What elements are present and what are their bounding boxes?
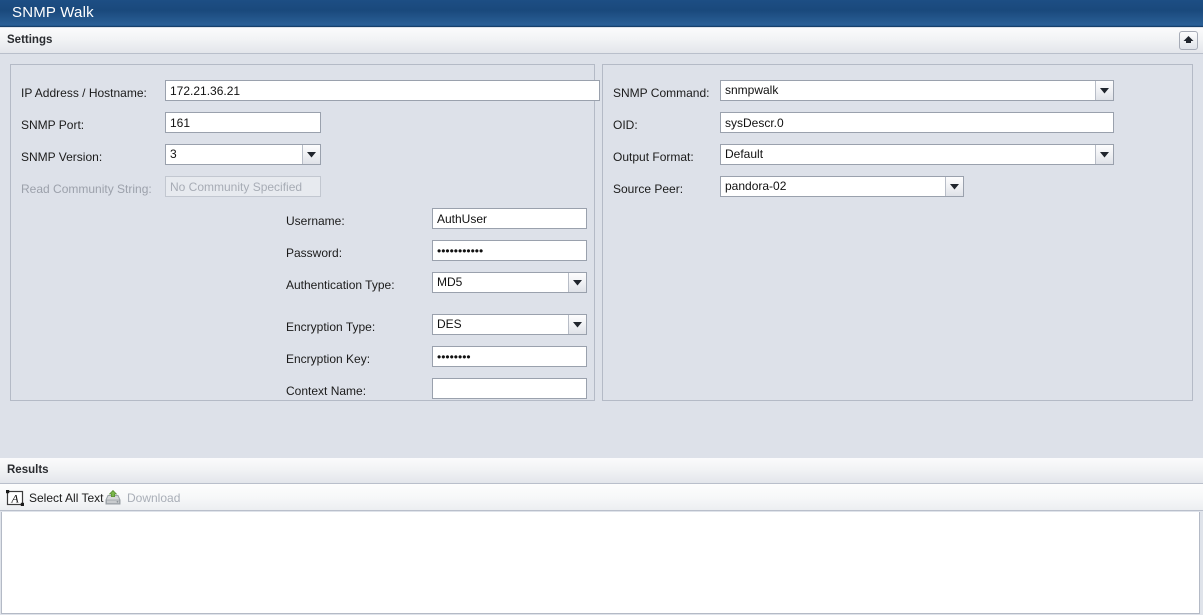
results-header-label: Results (7, 464, 49, 476)
read-community-input (165, 176, 321, 197)
results-panel-header: Results (0, 458, 1203, 484)
download-label: Download (127, 490, 181, 505)
source-peer-select[interactable]: pandora-02 (720, 176, 964, 197)
encryption-key-input[interactable] (432, 346, 587, 367)
page-title: SNMP Walk (12, 4, 94, 21)
chevron-down-icon[interactable] (1095, 81, 1113, 100)
context-name-input[interactable] (432, 378, 587, 399)
settings-body: IP Address / Hostname: SNMP Port: SNMP V… (0, 54, 1203, 501)
download-disk-icon (104, 489, 122, 506)
download-button[interactable]: Download (104, 488, 180, 507)
output-format-label: Output Format: (613, 150, 694, 164)
chevron-down-icon[interactable] (945, 177, 963, 196)
collapse-up-icon[interactable] (1179, 31, 1198, 50)
source-peer-value: pandora-02 (725, 179, 787, 193)
oid-label: OID: (613, 118, 638, 132)
snmp-port-input[interactable] (165, 112, 321, 133)
snmp-version-value: 3 (170, 147, 177, 161)
authentication-type-select[interactable]: MD5 (432, 272, 587, 293)
settings-panel-header: Settings (0, 28, 1203, 54)
settings-header-label: Settings (7, 34, 53, 46)
results-toolbar: A Select All Text Download (0, 484, 1203, 511)
context-name-label: Context Name: (286, 384, 367, 398)
encryption-type-label: Encryption Type: (286, 320, 376, 334)
password-label: Password: (286, 246, 343, 260)
snmp-port-label: SNMP Port: (21, 118, 85, 132)
select-all-text-button[interactable]: A Select All Text (6, 488, 103, 507)
oid-input[interactable] (720, 112, 1114, 133)
read-community-label: Read Community String: (21, 182, 152, 196)
output-format-select[interactable]: Default (720, 144, 1114, 165)
collapse-up-glyph (1183, 36, 1194, 43)
command-settings-group: SNMP Command: snmpwalk OID: Output Forma… (602, 64, 1193, 401)
chevron-down-icon[interactable] (302, 145, 320, 164)
username-label: Username: (286, 214, 345, 228)
password-input[interactable] (432, 240, 587, 261)
chevron-down-icon[interactable] (568, 273, 586, 292)
snmp-version-label: SNMP Version: (21, 150, 103, 164)
chevron-down-icon[interactable] (1095, 145, 1113, 164)
snmp-version-select[interactable]: 3 (165, 144, 321, 165)
authentication-type-value: MD5 (437, 275, 463, 289)
authentication-type-label: Authentication Type: (286, 278, 395, 292)
snmp-command-value: snmpwalk (725, 83, 779, 97)
select-all-text-label: Select All Text (29, 490, 104, 505)
username-input[interactable] (432, 208, 587, 229)
results-output-area[interactable] (1, 512, 1200, 614)
encryption-key-label: Encryption Key: (286, 352, 371, 366)
encryption-type-value: DES (437, 317, 462, 331)
connection-settings-group: IP Address / Hostname: SNMP Port: SNMP V… (10, 64, 600, 401)
snmp-command-label: SNMP Command: (613, 86, 710, 100)
encryption-type-select[interactable]: DES (432, 314, 587, 335)
ip-address-input[interactable] (165, 80, 600, 101)
svg-text:A: A (10, 491, 19, 505)
ip-address-label: IP Address / Hostname: (21, 86, 147, 100)
chevron-down-icon[interactable] (568, 315, 586, 334)
snmp-command-select[interactable]: snmpwalk (720, 80, 1114, 101)
source-peer-label: Source Peer: (613, 182, 684, 196)
output-format-value: Default (725, 147, 764, 161)
window-title-bar: SNMP Walk (0, 0, 1203, 27)
select-text-icon: A (6, 489, 24, 506)
